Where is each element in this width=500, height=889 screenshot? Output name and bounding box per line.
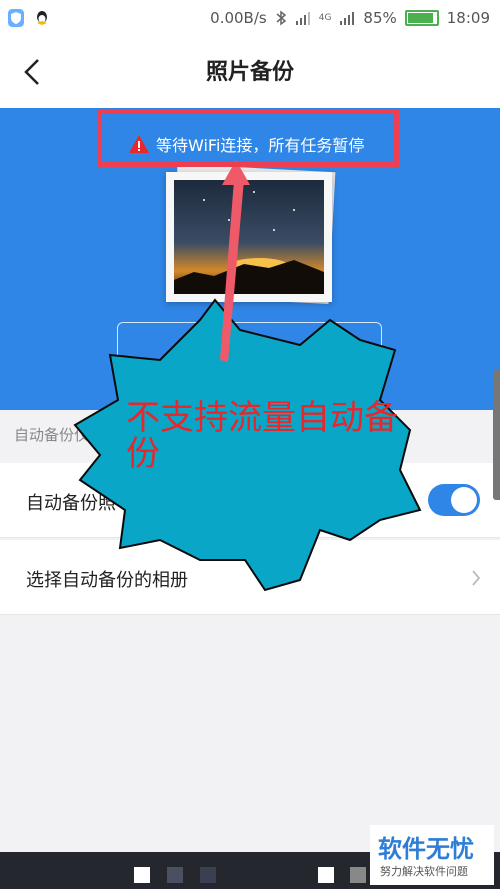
bluetooth-icon (276, 10, 286, 26)
watermark-brand: 软件无忧 (378, 835, 474, 863)
section-label: 自动备份仅在 (14, 426, 105, 444)
battery-icon (404, 10, 439, 26)
wifi-warning: 等待WiFi连接，所有任务暂停 (128, 132, 364, 156)
shield-app-icon (8, 9, 24, 27)
wifi-warning-text: 等待WiFi连接，所有任务暂停 (156, 136, 365, 155)
select-album-label: 选择自动备份的相册 (26, 570, 188, 591)
nav-dot-4[interactable] (318, 867, 334, 883)
album-cover-image (166, 172, 332, 302)
night-sky-photo (174, 180, 324, 294)
auto-backup-row[interactable]: 自动备份照 (0, 463, 500, 538)
clock: 18:09 (446, 9, 490, 27)
battery-percent: 85% (363, 9, 397, 27)
page-title: 照片备份 (205, 60, 294, 85)
album-button-label: 的相册 (268, 343, 326, 365)
nav-dot-3[interactable] (200, 867, 216, 883)
network-type-label: 4G (318, 13, 332, 23)
view-album-button[interactable]: 的相册 (117, 322, 382, 378)
edge-handle[interactable] (493, 370, 500, 500)
nav-dot-1[interactable] (134, 867, 150, 883)
warning-icon (129, 135, 149, 153)
network-speed: 0.00B/s (210, 9, 267, 27)
toggle-knob (451, 487, 477, 513)
signal-icon (295, 12, 310, 25)
nav-bar: 照片备份 (0, 36, 500, 108)
select-album-row[interactable]: 选择自动备份的相册 (0, 540, 500, 615)
watermark: 软件无忧 努力解决软件问题 (370, 825, 494, 885)
signal-icon-2 (340, 12, 355, 25)
auto-backup-label: 自动备份照 (26, 493, 116, 514)
auto-backup-toggle[interactable] (428, 484, 480, 516)
status-bar: 0.00B/s 4G 85% 18:09 (0, 0, 500, 36)
nav-dot-5[interactable] (350, 867, 366, 883)
chevron-right-icon (472, 570, 481, 586)
callout-text: 不支持流量自动备份 (126, 398, 398, 474)
watermark-tagline: 努力解决软件问题 (380, 865, 468, 878)
qq-penguin-icon (37, 11, 47, 25)
nav-dot-2[interactable] (167, 867, 183, 883)
